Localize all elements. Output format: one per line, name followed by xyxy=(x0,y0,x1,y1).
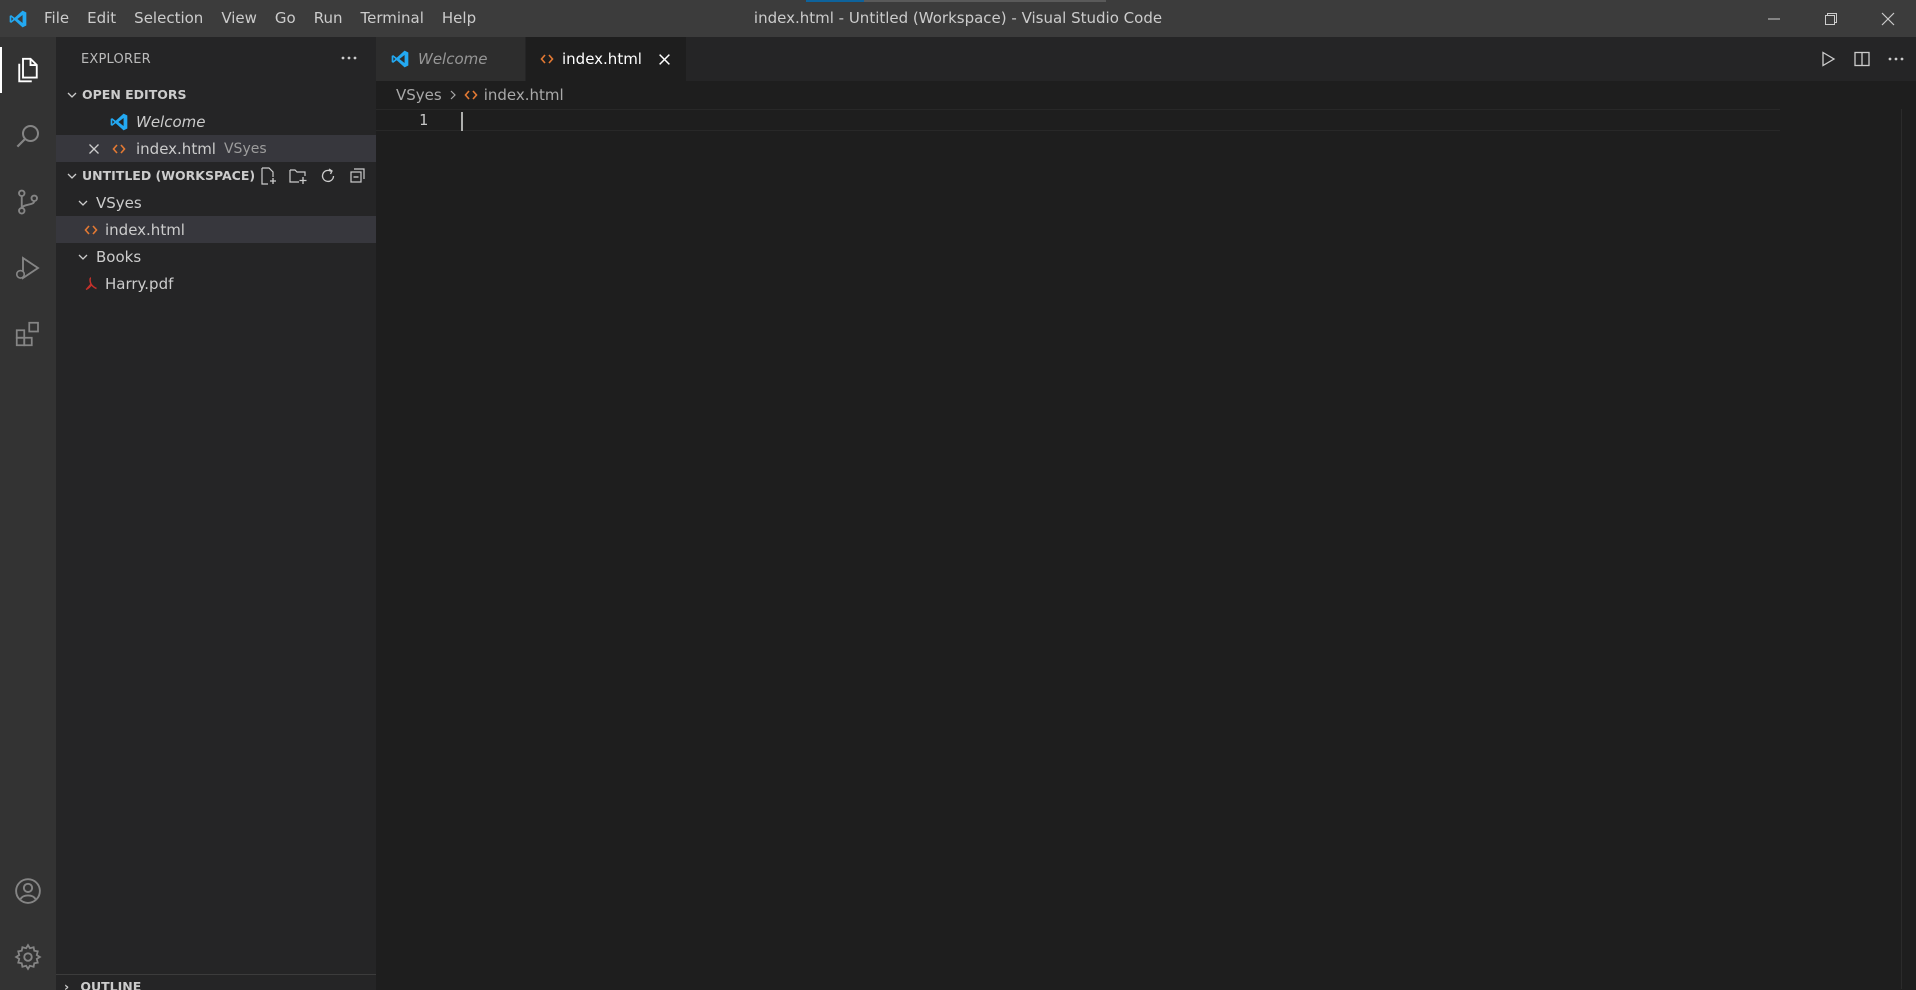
open-editors-title: OPEN EDITORS xyxy=(82,87,187,102)
close-editor-icon[interactable] xyxy=(86,143,102,155)
tab-label: index.html xyxy=(562,50,642,68)
folder-books[interactable]: Books xyxy=(56,243,376,270)
html-file-icon xyxy=(83,224,99,236)
file-harry-pdf[interactable]: Harry.pdf xyxy=(56,270,376,297)
current-line-highlight xyxy=(376,109,1780,131)
html-file-icon xyxy=(108,143,130,155)
tab-welcome[interactable]: Welcome xyxy=(376,37,526,81)
activity-bar xyxy=(0,37,56,990)
restore-button[interactable] xyxy=(1802,0,1859,37)
menu-selection[interactable]: Selection xyxy=(125,0,212,37)
file-label: index.html xyxy=(105,220,185,239)
workspace-actions xyxy=(256,165,370,187)
explorer-title: EXPLORER xyxy=(81,51,151,67)
search-activity[interactable] xyxy=(0,103,56,169)
chevron-right-icon: › xyxy=(64,979,70,990)
workspace-title: UNTITLED (WORKSPACE) xyxy=(82,168,256,183)
tab-label: Welcome xyxy=(418,50,488,68)
breadcrumb-folder[interactable]: VSyes xyxy=(396,86,442,104)
close-tab-icon[interactable] xyxy=(656,50,674,68)
explorer-sidebar: EXPLORER OPEN EDITORS Welcome index.html… xyxy=(56,37,376,990)
folder-vsyes[interactable]: VSyes xyxy=(56,189,376,216)
folder-label: VSyes xyxy=(96,193,142,212)
window-controls xyxy=(1745,0,1916,37)
activity-bar-bottom xyxy=(0,858,56,990)
folder-label: Books xyxy=(96,247,142,266)
run-debug-icon xyxy=(15,256,40,280)
source-control-icon xyxy=(18,189,38,215)
workspace-header[interactable]: UNTITLED (WORKSPACE) xyxy=(56,162,376,189)
menu-view[interactable]: View xyxy=(212,0,266,37)
collapse-all-icon[interactable] xyxy=(346,165,370,187)
menu-run[interactable]: Run xyxy=(305,0,352,37)
chevron-right-icon xyxy=(448,89,458,101)
menu-terminal[interactable]: Terminal xyxy=(352,0,433,37)
gear-icon xyxy=(14,943,42,971)
files-icon xyxy=(18,57,38,83)
chevron-down-icon xyxy=(62,170,82,182)
accounts-activity[interactable] xyxy=(0,858,56,924)
editor-actions xyxy=(1818,37,1906,81)
minimize-icon xyxy=(1767,18,1780,19)
menu-bar: File Edit Selection View Go Run Terminal… xyxy=(35,0,485,37)
new-file-icon[interactable] xyxy=(256,165,280,187)
progress-indicator xyxy=(806,0,1106,2)
open-editor-label: index.html xyxy=(136,139,216,158)
run-icon[interactable] xyxy=(1818,50,1838,68)
minimize-button[interactable] xyxy=(1745,0,1802,37)
chevron-down-icon xyxy=(76,197,90,209)
open-editor-welcome[interactable]: Welcome xyxy=(56,108,376,135)
refresh-icon[interactable] xyxy=(316,165,340,187)
pdf-file-icon xyxy=(83,276,99,291)
vscode-logo-icon xyxy=(0,0,35,37)
manage-activity[interactable] xyxy=(0,924,56,990)
text-cursor xyxy=(461,112,463,131)
editor-area: Welcome index.html VSyes index.html 1 xyxy=(376,37,1916,990)
restore-icon xyxy=(1824,12,1837,25)
open-editor-description: VSyes xyxy=(223,140,267,157)
extensions-icon xyxy=(15,321,39,347)
tab-bar: Welcome index.html xyxy=(376,37,1916,81)
close-icon xyxy=(1881,12,1894,25)
file-index-html[interactable]: index.html xyxy=(56,216,376,243)
outline-title: OUTLINE xyxy=(80,979,142,990)
menu-help[interactable]: Help xyxy=(433,0,485,37)
open-editor-label: Welcome xyxy=(136,112,206,131)
more-actions-icon[interactable] xyxy=(340,49,358,71)
breadcrumb-file[interactable]: index.html xyxy=(484,86,564,104)
outline-header[interactable]: › OUTLINE xyxy=(56,974,376,990)
breadcrumb: VSyes index.html xyxy=(376,81,1916,109)
chevron-down-icon xyxy=(62,89,82,101)
close-window-button[interactable] xyxy=(1859,0,1916,37)
vscode-logo-icon xyxy=(390,49,410,69)
explorer-header: EXPLORER xyxy=(56,37,376,81)
search-icon xyxy=(16,125,39,148)
split-editor-icon[interactable] xyxy=(1852,50,1872,68)
menu-file[interactable]: File xyxy=(35,0,78,37)
html-file-icon xyxy=(540,53,554,65)
open-editors-header[interactable]: OPEN EDITORS xyxy=(56,81,376,108)
vertical-scrollbar[interactable] xyxy=(1901,109,1902,989)
html-file-icon xyxy=(464,89,478,101)
menu-go[interactable]: Go xyxy=(266,0,305,37)
source-control-activity[interactable] xyxy=(0,169,56,235)
more-actions-icon[interactable] xyxy=(1886,50,1906,68)
vscode-logo-icon xyxy=(108,112,130,132)
new-folder-icon[interactable] xyxy=(286,165,310,187)
run-debug-activity[interactable] xyxy=(0,235,56,301)
file-label: Harry.pdf xyxy=(105,274,174,293)
line-number: 1 xyxy=(418,111,428,129)
chevron-down-icon xyxy=(76,251,90,263)
extensions-activity[interactable] xyxy=(0,301,56,367)
tab-index-html[interactable]: index.html xyxy=(526,37,687,81)
code-editor[interactable]: 1 xyxy=(376,109,1916,969)
account-icon xyxy=(15,878,41,904)
explorer-activity[interactable] xyxy=(0,37,56,103)
menu-edit[interactable]: Edit xyxy=(78,0,125,37)
open-editor-index-html[interactable]: index.html VSyes xyxy=(56,135,376,162)
title-bar: File Edit Selection View Go Run Terminal… xyxy=(0,0,1916,37)
